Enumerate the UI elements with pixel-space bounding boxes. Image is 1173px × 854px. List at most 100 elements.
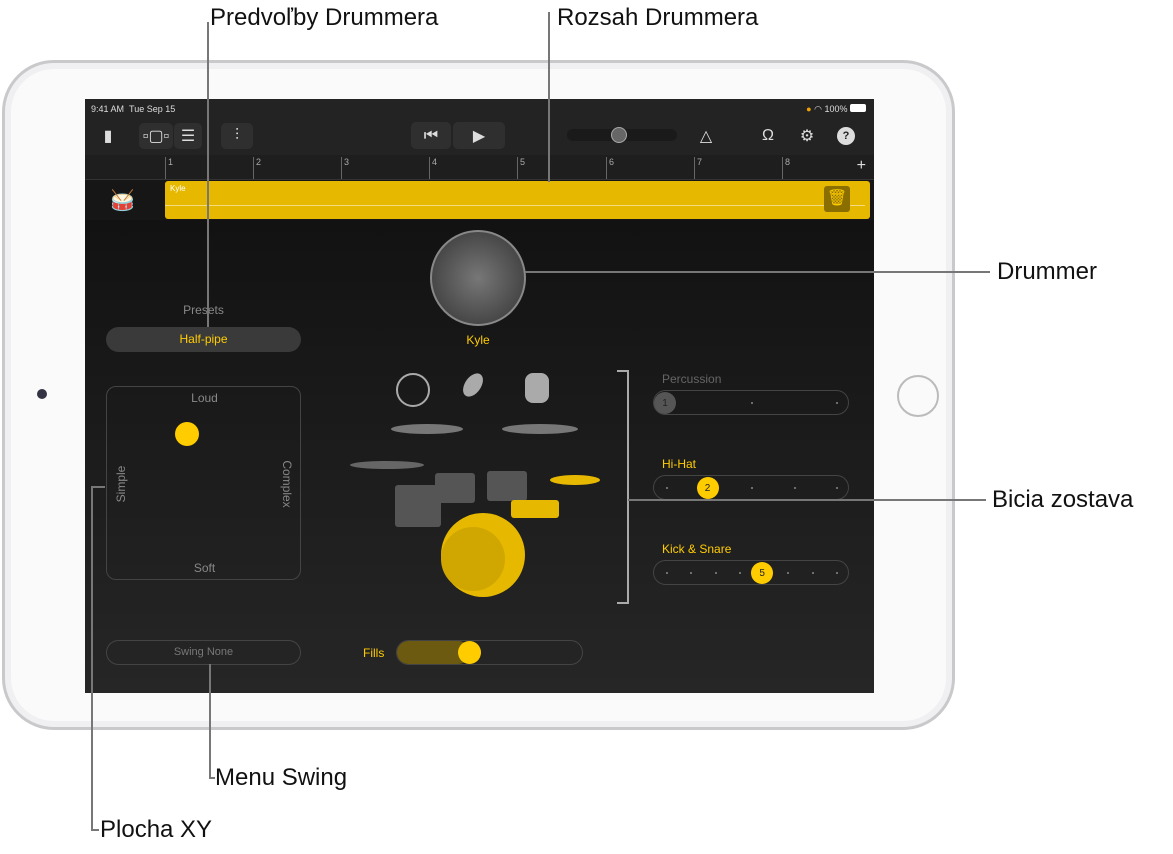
drummer-editor: Kyle Presets Half-pipe Loud Soft Simple … xyxy=(85,220,874,693)
region-name: Kyle xyxy=(170,184,186,193)
kit-slider-label: Kick & Snare xyxy=(662,542,732,556)
play-button[interactable]: ▶ xyxy=(453,122,505,149)
snare-drum[interactable] xyxy=(511,500,559,518)
ruler[interactable]: 1 2 3 4 5 6 7 8 + xyxy=(85,155,874,180)
fills-slider[interactable] xyxy=(396,640,583,665)
list-view-button[interactable]: ☰ xyxy=(174,123,202,149)
callout-line xyxy=(628,499,986,501)
trash-icon[interactable]: 🗑 xyxy=(824,186,850,212)
document-icon[interactable]: ▮ xyxy=(95,123,121,149)
battery-icon xyxy=(850,104,866,112)
region-pattern xyxy=(165,205,865,206)
callout-line xyxy=(207,22,209,327)
drummer-region[interactable]: Kyle 🗑 xyxy=(165,181,870,219)
slider-step xyxy=(836,487,838,489)
kit-bracket xyxy=(617,370,629,604)
kit-slider-knob[interactable]: 1 xyxy=(654,392,676,414)
bar-number: 3 xyxy=(341,157,349,179)
settings-icon[interactable]: ⚙ xyxy=(794,123,820,149)
add-section-button[interactable]: + xyxy=(857,157,866,175)
callout-line xyxy=(548,12,550,182)
bar-number: 6 xyxy=(606,157,614,179)
xy-left-label: Simple xyxy=(114,465,128,503)
xy-top-label: Loud xyxy=(191,391,218,405)
drum-kit[interactable] xyxy=(345,365,615,610)
callout-drummer: Drummer xyxy=(997,258,1097,285)
bar-number: 5 xyxy=(517,157,525,179)
xy-pad[interactable]: Loud Soft Simple Complex xyxy=(106,386,301,580)
mixer-icon[interactable]: ⫶ xyxy=(221,123,253,149)
kit-slider-knob[interactable]: 5 xyxy=(751,562,774,584)
callout-line xyxy=(525,271,990,273)
fills-label: Fills xyxy=(363,646,385,660)
bar-number: 7 xyxy=(694,157,702,179)
hand-clap-icon[interactable] xyxy=(525,373,549,403)
tambourine-icon[interactable] xyxy=(396,373,430,407)
bar-number: 1 xyxy=(165,157,173,179)
wifi-icon: ◠ xyxy=(814,104,822,114)
shaker-icon[interactable] xyxy=(459,370,487,400)
slider-step xyxy=(714,572,717,574)
xy-puck[interactable] xyxy=(174,421,199,446)
slider-step xyxy=(690,572,693,574)
recording-dot-icon: ● xyxy=(806,104,812,114)
slider-step xyxy=(836,572,838,574)
status-bar: 9:41 AM Tue Sep 15 ● ◠ 100% xyxy=(85,99,874,118)
slider-step xyxy=(751,402,753,404)
callout-line xyxy=(91,829,99,831)
kick-drum-head xyxy=(441,527,505,591)
callout-line xyxy=(91,486,105,488)
presets-label: Presets xyxy=(183,303,224,317)
callout-line xyxy=(91,487,93,830)
bar-number: 4 xyxy=(429,157,437,179)
camera-icon xyxy=(37,389,47,399)
screen: 9:41 AM Tue Sep 15 ● ◠ 100% ▮ ▫▢▫ ☰ ⫶ ⏮ … xyxy=(85,99,874,693)
drummer-name: Kyle xyxy=(466,333,490,347)
callout-swing: Menu Swing xyxy=(215,764,348,791)
hi-hat-left[interactable] xyxy=(350,461,424,469)
drummer-track: 🥁 Kyle 🗑 xyxy=(85,180,874,220)
slider-step xyxy=(811,572,814,574)
crash-cymbal[interactable] xyxy=(391,424,463,434)
slider-step xyxy=(751,487,753,489)
slider-step xyxy=(793,487,796,489)
kit-slider[interactable]: 2 xyxy=(653,475,849,500)
slider-step xyxy=(787,572,790,574)
toolbar: ▮ ▫▢▫ ☰ ⫶ ⏮ ▶ △ Ω ⚙ ? xyxy=(85,118,874,155)
swing-menu[interactable]: Swing None xyxy=(106,640,301,665)
callout-line xyxy=(209,777,215,779)
rewind-button[interactable]: ⏮ xyxy=(411,122,451,149)
time: 9:41 AM xyxy=(91,104,125,114)
preset-button[interactable]: Half-pipe xyxy=(106,327,301,352)
xy-right-label: Complex xyxy=(280,460,294,508)
floor-tom[interactable] xyxy=(395,485,441,527)
slider-step xyxy=(666,572,668,574)
drummer-avatar[interactable] xyxy=(430,230,526,326)
home-button[interactable] xyxy=(897,375,939,417)
hi-hat[interactable] xyxy=(550,475,600,485)
tom-2[interactable] xyxy=(487,471,527,501)
ride-cymbal[interactable] xyxy=(502,424,578,434)
callout-line xyxy=(209,664,211,778)
volume-knob[interactable] xyxy=(611,127,627,143)
volume-slider[interactable] xyxy=(567,127,677,143)
slider-step xyxy=(836,402,838,404)
kit-slider-label: Hi-Hat xyxy=(662,457,697,471)
drum-kit-track-icon[interactable]: 🥁 xyxy=(110,188,135,213)
xy-bottom-label: Soft xyxy=(193,561,216,575)
slider-step xyxy=(666,487,668,489)
kit-slider-knob[interactable]: 2 xyxy=(696,477,719,499)
help-icon[interactable]: ? xyxy=(837,127,855,145)
kit-slider-label: Percussion xyxy=(662,372,722,386)
bar-number: 8 xyxy=(782,157,790,179)
fills-knob[interactable] xyxy=(457,641,481,664)
metronome-icon[interactable]: △ xyxy=(693,123,719,149)
date: Tue Sep 15 xyxy=(129,104,176,114)
kit-slider[interactable]: 5 xyxy=(653,560,849,585)
kit-slider[interactable]: 1 xyxy=(653,390,849,415)
slider-step xyxy=(738,572,741,574)
callout-xy: Plocha XY xyxy=(100,816,213,843)
callout-presets: Predvoľby Drummera xyxy=(210,4,439,31)
tracks-view-button[interactable]: ▫▢▫ xyxy=(139,123,173,149)
loop-icon[interactable]: Ω xyxy=(755,123,781,149)
